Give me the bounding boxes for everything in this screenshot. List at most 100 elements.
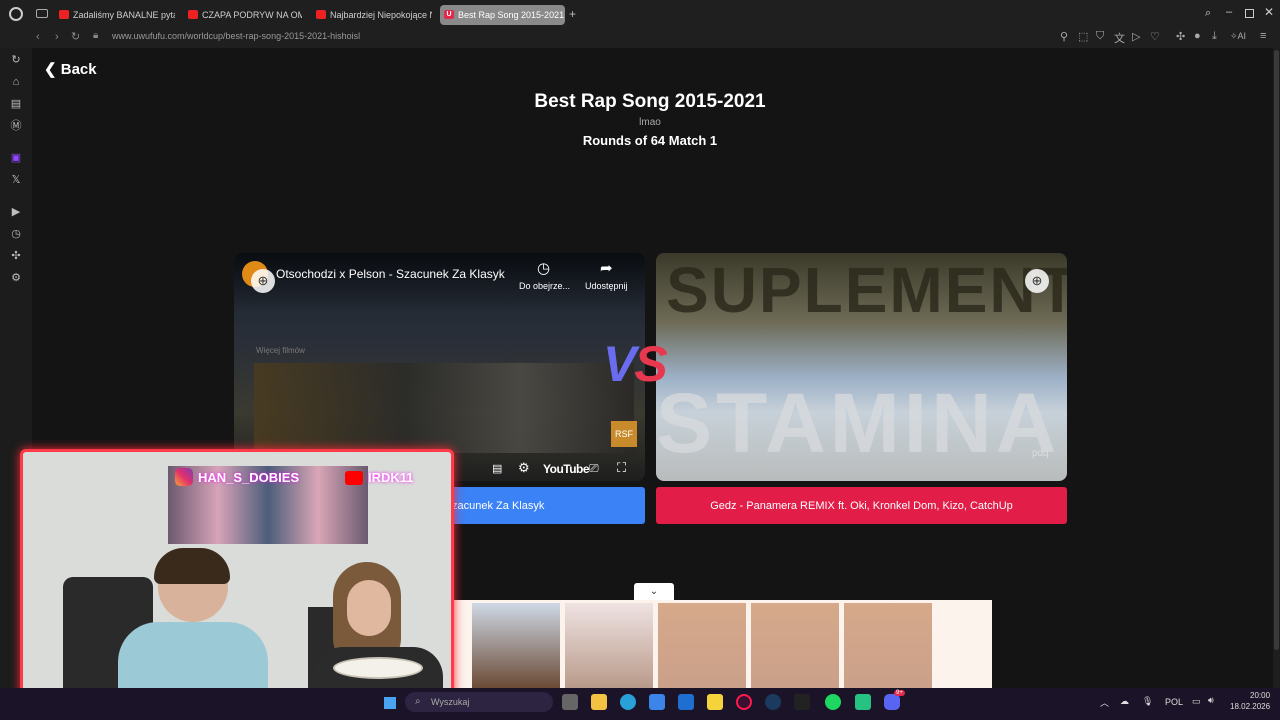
send-icon[interactable]: ▷ bbox=[1132, 30, 1140, 43]
store-icon[interactable] bbox=[649, 694, 665, 710]
network-icon[interactable]: ☁ bbox=[1120, 696, 1129, 707]
youtube-icon bbox=[188, 10, 198, 19]
instagram-badge: HAN_S_DOBIES bbox=[175, 468, 299, 486]
tab-1[interactable]: Zadaliśmy BANALNE pytan bbox=[55, 5, 175, 25]
x-icon[interactable]: 𝕏 bbox=[10, 174, 22, 186]
discord-badge: 9+ bbox=[894, 690, 905, 696]
file-explorer-icon[interactable] bbox=[591, 694, 607, 710]
instagram-icon bbox=[175, 468, 193, 486]
ad-banner[interactable] bbox=[450, 600, 992, 688]
bag-icon[interactable]: ⌂ bbox=[10, 76, 22, 88]
chevron-left-icon: ❮ bbox=[44, 61, 57, 78]
pin-icon[interactable]: ⚲ bbox=[1060, 30, 1068, 43]
cast-icon[interactable]: ⎚ bbox=[589, 461, 599, 476]
left-video-embed[interactable]: Otsochodzi x Pelson - Szacunek Za Klasyk… bbox=[234, 253, 645, 481]
edge-icon[interactable] bbox=[620, 694, 636, 710]
monitor-icon[interactable]: ▭ bbox=[1192, 696, 1201, 707]
tab-manager-icon[interactable] bbox=[36, 9, 48, 18]
history-icon[interactable]: ↻ bbox=[10, 54, 22, 66]
start-icon[interactable] bbox=[384, 697, 396, 709]
right-zoom-icon[interactable]: ⊕ bbox=[1025, 269, 1049, 293]
windows-taskbar bbox=[0, 688, 1280, 720]
expand-ad-button[interactable]: ⌄ bbox=[634, 583, 674, 601]
video-title[interactable]: Otsochodzi x Pelson - Szacunek Za Klasyk bbox=[276, 267, 505, 281]
search-tabs-icon[interactable]: ⌕ bbox=[1205, 7, 1211, 20]
right-image[interactable]: SUPLEMENT STAMINA pdq bbox=[656, 253, 1067, 481]
webcam-overlay: HAN_S_DOBIES IRDK11 bbox=[20, 449, 454, 699]
address-bar-row: ‹ › ↻ 🔒︎ www.uwufufu.com/worldcup/best-r… bbox=[0, 28, 1280, 48]
watch-later-label: Do obejrze... bbox=[519, 281, 571, 291]
person-left bbox=[118, 548, 268, 696]
twitch-icon[interactable]: ▣ bbox=[10, 152, 22, 164]
minimize-button[interactable]: – bbox=[1226, 6, 1232, 18]
channel-watermark: RSF bbox=[611, 421, 637, 447]
task-view-icon[interactable] bbox=[562, 694, 578, 710]
translate-icon[interactable]: 文 bbox=[1114, 30, 1125, 46]
ad-image[interactable] bbox=[844, 603, 932, 688]
extensions-icon[interactable]: ✣ bbox=[1176, 30, 1185, 43]
restore-button[interactable] bbox=[1245, 9, 1254, 18]
youtube-handle: IRDK11 bbox=[368, 470, 414, 485]
discord-icon[interactable] bbox=[884, 694, 900, 710]
ad-image[interactable] bbox=[565, 603, 653, 688]
ad-image[interactable] bbox=[472, 603, 560, 688]
ad-image[interactable] bbox=[658, 603, 746, 688]
steam-icon[interactable] bbox=[765, 694, 781, 710]
download-icon[interactable]: ⤓ bbox=[1212, 30, 1217, 43]
reload-icon[interactable]: ↻ bbox=[71, 30, 80, 43]
uwufufu-icon: U bbox=[444, 10, 454, 19]
close-button[interactable]: ✕ bbox=[1264, 5, 1274, 19]
app-icon[interactable] bbox=[855, 694, 871, 710]
left-zoom-icon[interactable]: ⊕ bbox=[251, 269, 275, 293]
back-label: Back bbox=[60, 61, 97, 78]
shield-icon[interactable]: ⛉ bbox=[1096, 30, 1104, 43]
heart-icon[interactable]: ♡ bbox=[1150, 30, 1160, 43]
mail-icon[interactable] bbox=[678, 694, 694, 710]
account-icon[interactable]: ● bbox=[1194, 30, 1201, 42]
snapshot-icon[interactable]: ⬚ bbox=[1078, 30, 1088, 43]
forward-nav-icon[interactable]: › bbox=[55, 31, 59, 43]
back-button[interactable]: ❮ Back bbox=[44, 60, 97, 78]
taskbar-search-input[interactable]: ⌕ Wyszukaj bbox=[405, 692, 553, 712]
youtube-icon bbox=[59, 10, 69, 19]
right-choice-button[interactable]: Gedz - Panamera REMIX ft. Oki, Kronkel D… bbox=[656, 487, 1067, 524]
spotify-icon[interactable] bbox=[825, 694, 841, 710]
youtube-badge: IRDK11 bbox=[345, 470, 414, 485]
clock-icon[interactable]: ◷ bbox=[10, 228, 22, 240]
capcut-icon[interactable] bbox=[794, 694, 810, 710]
extensions-icon[interactable]: ✣ bbox=[10, 250, 22, 262]
gear-icon[interactable]: ⚙ bbox=[10, 272, 22, 284]
back-nav-icon[interactable]: ‹ bbox=[36, 31, 40, 43]
sticky-notes-icon[interactable] bbox=[707, 694, 723, 710]
image-text-top: SUPLEMENT bbox=[666, 254, 1067, 326]
page-subtitle: lmao bbox=[639, 117, 661, 128]
opera-icon[interactable] bbox=[736, 694, 752, 710]
menu-icon[interactable]: ≡ bbox=[1260, 30, 1266, 42]
share-icon[interactable]: ➦ bbox=[600, 259, 613, 277]
url-field[interactable]: www.uwufufu.com/worldcup/best-rap-song-2… bbox=[112, 31, 360, 41]
opera-logo-icon[interactable] bbox=[9, 7, 23, 21]
vs-letter-v: V bbox=[603, 336, 636, 392]
tab-2[interactable]: CZAPA PODRYW NA OME bbox=[184, 5, 302, 25]
youtube-logo[interactable]: YouTube bbox=[543, 462, 590, 476]
ad-image[interactable] bbox=[751, 603, 839, 688]
new-tab-button[interactable]: + bbox=[569, 7, 576, 21]
youtube-icon bbox=[316, 10, 326, 19]
captions-icon[interactable]: ▤ bbox=[492, 462, 502, 475]
video-thumbnail bbox=[254, 363, 634, 453]
fullscreen-icon[interactable]: ⛶ bbox=[617, 460, 626, 476]
search-icon: ⌕ bbox=[415, 696, 421, 707]
clock-icon[interactable]: ◷ bbox=[537, 259, 550, 277]
mic-icon[interactable]: 🎙︎ bbox=[1142, 696, 1153, 707]
tab-4-active[interactable]: U Best Rap Song 2015-2021 bbox=[440, 5, 565, 25]
more-videos-label: Więcej filmów bbox=[256, 346, 305, 355]
chevron-up-icon[interactable]: ︿ bbox=[1100, 696, 1109, 709]
clock-time[interactable]: 20:00 bbox=[1250, 691, 1270, 700]
volume-icon[interactable]: 🔊︎ bbox=[1208, 695, 1214, 706]
clock-date[interactable]: 18.02.2026 bbox=[1230, 702, 1270, 711]
language-indicator[interactable]: POL bbox=[1165, 697, 1183, 707]
tab-3[interactable]: Najbardziej Niepokojące N bbox=[312, 5, 432, 25]
settings-icon[interactable]: ⚙ bbox=[518, 460, 530, 476]
ai-icon[interactable]: ✧AI bbox=[1230, 31, 1246, 42]
player-icon[interactable]: ▶ bbox=[10, 206, 22, 218]
